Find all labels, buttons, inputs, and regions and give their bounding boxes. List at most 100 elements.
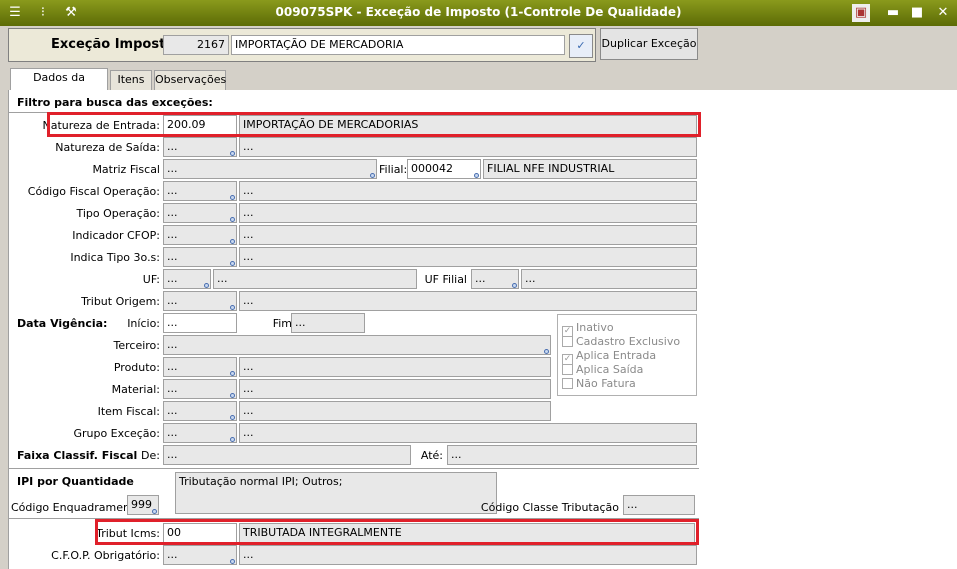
- lookup-icon: [230, 559, 235, 564]
- duplicate-button[interactable]: Duplicar Exceção: [600, 28, 698, 60]
- tributacao-ipi-text[interactable]: Tributação normal IPI; Outros;: [175, 472, 497, 514]
- fim-field[interactable]: ...: [291, 313, 365, 333]
- image-icon[interactable]: ▣: [852, 4, 870, 22]
- classe-tributacao-label: Código Classe Tributação: [480, 501, 619, 514]
- uf-desc[interactable]: ...: [213, 269, 417, 289]
- produto-desc[interactable]: ...: [239, 357, 551, 377]
- tab-itens[interactable]: Itens: [110, 70, 152, 90]
- tab-bar: Dados da Exceção Itens Observações: [0, 66, 957, 102]
- uf-label: UF:: [142, 273, 160, 286]
- terceiro-text: ...: [167, 338, 178, 351]
- faixa-de-field[interactable]: ...: [163, 445, 411, 465]
- material-code-text: ...: [167, 382, 178, 395]
- checkbox-nao-fatura[interactable]: Não Fatura: [562, 377, 636, 390]
- uf-filial-code[interactable]: ...: [471, 269, 519, 289]
- indicador-cfop-code-text: ...: [167, 228, 178, 241]
- natureza-saida-desc[interactable]: ...: [239, 137, 697, 157]
- tribut-origem-code[interactable]: ...: [163, 291, 237, 311]
- produto-code[interactable]: ...: [163, 357, 237, 377]
- tribut-origem-code-text: ...: [167, 294, 178, 307]
- indicador-cfop-label: Indicador CFOP:: [72, 229, 160, 242]
- checkbox-label: Aplica Saída: [576, 363, 644, 376]
- terceiro-field[interactable]: ...: [163, 335, 551, 355]
- inicio-field[interactable]: ...: [163, 313, 237, 333]
- confirm-button[interactable]: ✓: [569, 34, 593, 58]
- tribut-origem-label: Tribut Origem:: [81, 295, 160, 308]
- tribut-icms-code[interactable]: 00: [163, 523, 237, 543]
- tribut-icms-label: Tribut Icms:: [96, 527, 160, 540]
- tab-dados-excecao[interactable]: Dados da Exceção: [10, 68, 108, 102]
- material-code[interactable]: ...: [163, 379, 237, 399]
- divider: [9, 468, 699, 469]
- natureza-saida-code-text: ...: [167, 140, 178, 153]
- cfop-obrigatorio-code[interactable]: ...: [163, 545, 237, 565]
- indica-tipo-desc[interactable]: ...: [239, 247, 697, 267]
- app-window: ☰ ⁝ ⚒ 009075SPK - Exceção de Imposto (1-…: [0, 0, 957, 569]
- minimize-button[interactable]: ▬: [882, 3, 904, 23]
- checkbox-box: [562, 378, 573, 389]
- material-desc[interactable]: ...: [239, 379, 551, 399]
- lookup-icon: [152, 509, 157, 514]
- tribut-origem-desc[interactable]: ...: [239, 291, 697, 311]
- checkbox-label: Não Fatura: [576, 377, 636, 390]
- matriz-fiscal-label: Matriz Fiscal: [92, 163, 160, 176]
- lookup-icon: [230, 239, 235, 244]
- tab-observacoes[interactable]: Observações: [154, 70, 226, 90]
- indicador-cfop-desc[interactable]: ...: [239, 225, 697, 245]
- uf-filial-desc[interactable]: ...: [521, 269, 697, 289]
- codigo-fiscal-label: Código Fiscal Operação:: [27, 185, 160, 198]
- lookup-icon: [230, 393, 235, 398]
- natureza-entrada-label: Natureza de Entrada:: [42, 119, 161, 132]
- uf-code-text: ...: [167, 272, 178, 285]
- filial-desc[interactable]: FILIAL NFE INDUSTRIAL: [483, 159, 697, 179]
- matriz-fiscal-field[interactable]: ...: [163, 159, 377, 179]
- cfop-obrigatorio-label: C.F.O.P. Obrigatório:: [51, 549, 160, 562]
- tab-panel: Filtro para busca das exceções: Natureza…: [8, 90, 957, 569]
- ipi-title: IPI por Quantidade: [17, 475, 134, 488]
- item-fiscal-desc[interactable]: ...: [239, 401, 551, 421]
- codigo-fiscal-desc[interactable]: ...: [239, 181, 697, 201]
- uf-filial-code-text: ...: [475, 272, 486, 285]
- cfop-obrigatorio-desc[interactable]: ...: [239, 545, 697, 565]
- checkbox-aplica-saida[interactable]: Aplica Saída: [562, 363, 643, 376]
- tribut-icms-desc[interactable]: TRIBUTADA INTEGRALMENTE: [239, 523, 695, 543]
- matriz-fiscal-text: ...: [167, 162, 178, 175]
- codigo-enquadramento-field[interactable]: 999: [127, 495, 159, 515]
- checkbox-cadastro-exclusivo[interactable]: Cadastro Exclusivo: [562, 335, 680, 348]
- uf-code[interactable]: ...: [163, 269, 211, 289]
- uf-filial-label: UF Filial: [424, 273, 467, 286]
- natureza-entrada-desc[interactable]: IMPORTAÇÃO DE MERCADORIAS: [239, 115, 697, 135]
- checkbox-box: [562, 364, 573, 375]
- lookup-icon: [370, 173, 375, 178]
- grupo-excecao-desc[interactable]: ...: [239, 423, 697, 443]
- tipo-operacao-code-text: ...: [167, 206, 178, 219]
- terceiro-label: Terceiro:: [113, 339, 161, 352]
- indicador-cfop-code[interactable]: ...: [163, 225, 237, 245]
- natureza-saida-code[interactable]: ...: [163, 137, 237, 157]
- header-description-field[interactable]: IMPORTAÇÃO DE MERCADORIA: [231, 35, 565, 55]
- classe-tributacao-field[interactable]: ...: [623, 495, 695, 515]
- checkbox-box: [562, 336, 573, 347]
- tipo-operacao-code[interactable]: ...: [163, 203, 237, 223]
- indica-tipo-code[interactable]: ...: [163, 247, 237, 267]
- produto-label: Produto:: [113, 361, 160, 374]
- filial-code[interactable]: 000042: [407, 159, 481, 179]
- de-label: De:: [141, 449, 160, 462]
- maximize-button[interactable]: ■: [906, 3, 928, 23]
- codigo-fiscal-code[interactable]: ...: [163, 181, 237, 201]
- lookup-icon: [544, 349, 549, 354]
- faixa-ate-field[interactable]: ...: [447, 445, 697, 465]
- grupo-excecao-code[interactable]: ...: [163, 423, 237, 443]
- lookup-icon: [230, 415, 235, 420]
- codigo-enquadramento-label: Código Enquadramento: [11, 501, 142, 514]
- grupo-excecao-label: Grupo Exceção:: [73, 427, 160, 440]
- header-code-field[interactable]: 2167: [163, 35, 229, 55]
- window-title: 009075SPK - Exceção de Imposto (1-Contro…: [275, 5, 682, 19]
- natureza-entrada-code[interactable]: 200.09: [163, 115, 237, 135]
- item-fiscal-code[interactable]: ...: [163, 401, 237, 421]
- tipo-operacao-desc[interactable]: ...: [239, 203, 697, 223]
- lookup-icon: [230, 151, 235, 156]
- close-button[interactable]: ✕: [932, 3, 954, 23]
- indica-tipo-code-text: ...: [167, 250, 178, 263]
- lookup-icon: [230, 437, 235, 442]
